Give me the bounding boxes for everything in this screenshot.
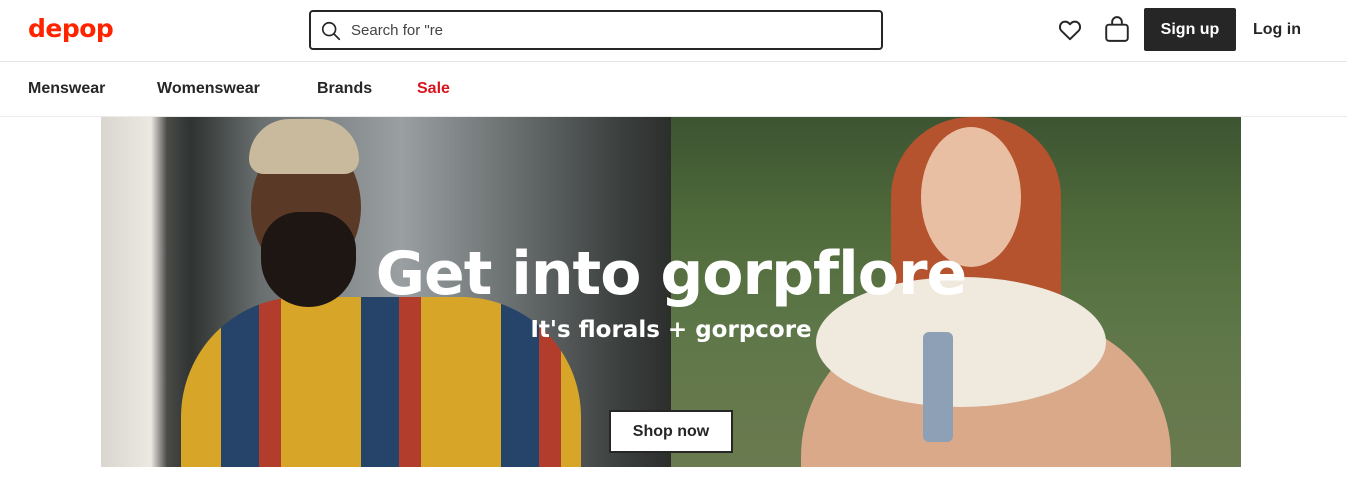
search-input[interactable] [351, 18, 851, 42]
hero-subtitle: It's florals + gorpcore [530, 317, 812, 343]
model-hair-left [249, 119, 359, 174]
heart-icon[interactable] [1057, 17, 1083, 43]
shop-now-button[interactable]: Shop now [609, 410, 733, 453]
category-nav: Menswear Womenswear Brands Sale [0, 63, 1347, 117]
nav-item-sale[interactable]: Sale [417, 80, 450, 98]
site-header: depop Sign up Log in [0, 0, 1347, 62]
nav-item-brands[interactable]: Brands [317, 80, 372, 98]
sign-up-button[interactable]: Sign up [1144, 8, 1236, 51]
depop-logo[interactable]: depop [28, 14, 114, 43]
search-bar[interactable] [309, 10, 883, 50]
search-icon [321, 21, 341, 41]
hero-title: Get into gorpflore [375, 239, 967, 309]
nav-item-womenswear[interactable]: Womenswear [157, 80, 260, 98]
bag-icon[interactable] [1104, 15, 1130, 43]
nav-item-menswear[interactable]: Menswear [28, 80, 105, 98]
log-in-button[interactable]: Log in [1244, 8, 1310, 51]
hero-banner[interactable]: Get into gorpflore It's florals + gorpco… [101, 117, 1241, 467]
neck-tie [923, 332, 953, 442]
